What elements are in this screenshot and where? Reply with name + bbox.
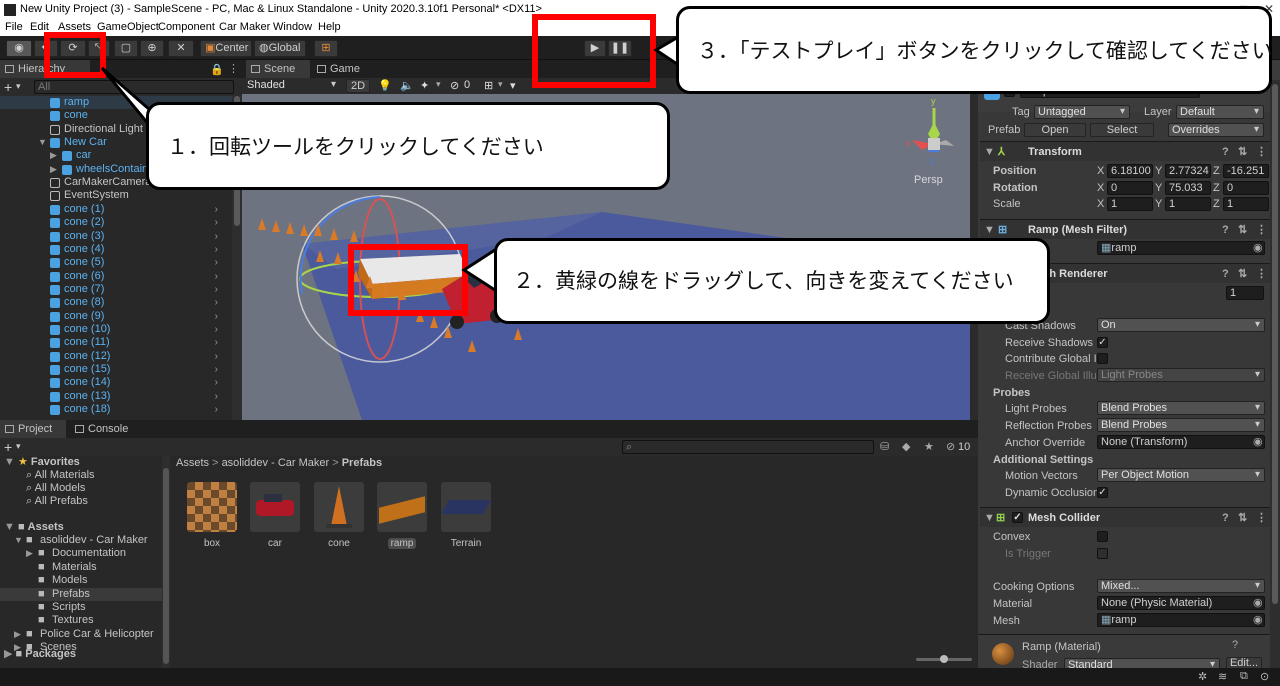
callout-step1: １．回転ツールをクリックしてください <box>146 102 670 190</box>
callout-step3: ３．「テストプレイ」ボタンをクリックして確認してください <box>676 6 1273 94</box>
callout-step2: ２．黄緑の線をドラッグして、向きを変えてください <box>494 238 1050 324</box>
